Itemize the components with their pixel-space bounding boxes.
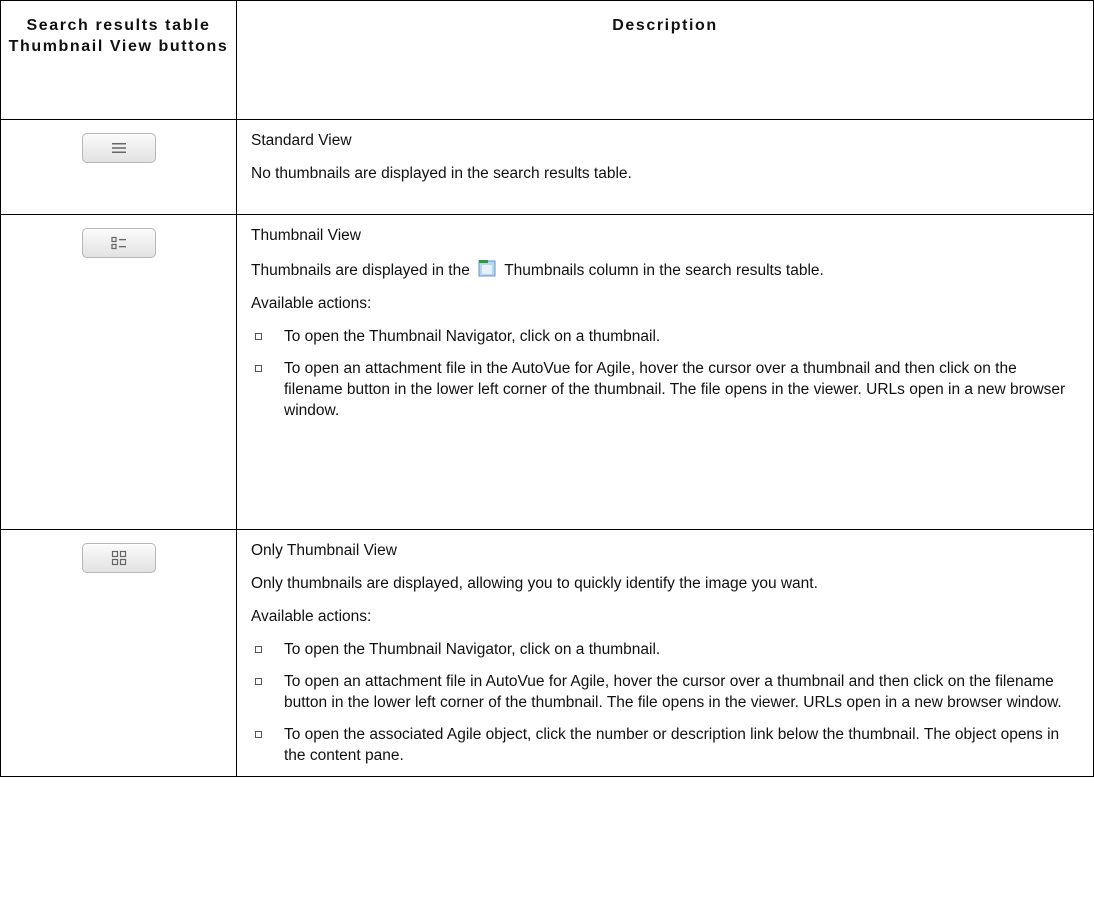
table-row: Thumbnail View Thumbnails are displayed … — [0, 214, 1094, 530]
table-row: Standard View No thumbnails are displaye… — [0, 119, 1094, 215]
thumbnail-view-buttons-table: Search results table Thumbnail View butt… — [0, 0, 1094, 777]
table-row: Only Thumbnail View Only thumbnails are … — [0, 529, 1094, 777]
action-text: To open an attachment file in AutoVue fo… — [284, 673, 1062, 711]
row-text: No thumbnails are displayed in the searc… — [251, 165, 632, 182]
table-header-row: Search results table Thumbnail View butt… — [0, 0, 1094, 120]
bullet-icon — [255, 731, 262, 738]
button-cell — [0, 214, 237, 530]
thumbnail-view-button[interactable] — [81, 228, 156, 258]
row-title: Standard View — [251, 132, 352, 149]
actions-list: To open the Thumbnail Navigator, click o… — [251, 326, 1079, 421]
bullet-icon — [255, 678, 262, 685]
actions-label: Available actions: — [251, 608, 372, 625]
list-item: To open an attachment file in the AutoVu… — [251, 358, 1079, 421]
bullet-icon — [255, 365, 262, 372]
action-text: To open the Thumbnail Navigator, click o… — [284, 328, 661, 345]
description-cell: Only Thumbnail View Only thumbnails are … — [236, 529, 1094, 777]
actions-list: To open the Thumbnail Navigator, click o… — [251, 639, 1079, 766]
row-title: Thumbnail View — [251, 227, 361, 244]
description-cell: Thumbnail View Thumbnails are displayed … — [236, 214, 1094, 530]
action-text: To open the associated Agile object, cli… — [284, 726, 1060, 764]
action-text: To open an attachment file in the AutoVu… — [284, 360, 1066, 419]
button-cell — [0, 119, 237, 215]
row-text: Thumbnails are displayed in the Thumbnai… — [251, 258, 1079, 281]
only-thumbnail-view-button[interactable] — [81, 543, 156, 573]
bullet-icon — [255, 333, 262, 340]
button-cell — [0, 529, 237, 777]
standard-view-button[interactable] — [81, 133, 156, 163]
list-item: To open an attachment file in AutoVue fo… — [251, 671, 1079, 713]
only-thumbnail-view-icon — [111, 550, 126, 566]
text-after-icon: Thumbnails column in the search results … — [504, 262, 824, 279]
thumbnails-column-icon — [478, 260, 496, 277]
list-item: To open the Thumbnail Navigator, click o… — [251, 639, 1079, 660]
action-text: To open the Thumbnail Navigator, click o… — [284, 641, 661, 658]
row-text: Only thumbnails are displayed, allowing … — [251, 575, 818, 592]
list-item: To open the Thumbnail Navigator, click o… — [251, 326, 1079, 347]
description-cell: Standard View No thumbnails are displaye… — [236, 119, 1094, 215]
standard-view-icon — [111, 143, 126, 153]
column-header-buttons: Search results table Thumbnail View butt… — [0, 0, 237, 120]
column-header-description: Description — [236, 0, 1094, 120]
row-title: Only Thumbnail View — [251, 542, 397, 559]
list-item: To open the associated Agile object, cli… — [251, 724, 1079, 766]
bullet-icon — [255, 646, 262, 653]
actions-label: Available actions: — [251, 295, 372, 312]
thumbnail-view-icon — [110, 236, 126, 250]
text-before-icon: Thumbnails are displayed in the — [251, 262, 470, 279]
